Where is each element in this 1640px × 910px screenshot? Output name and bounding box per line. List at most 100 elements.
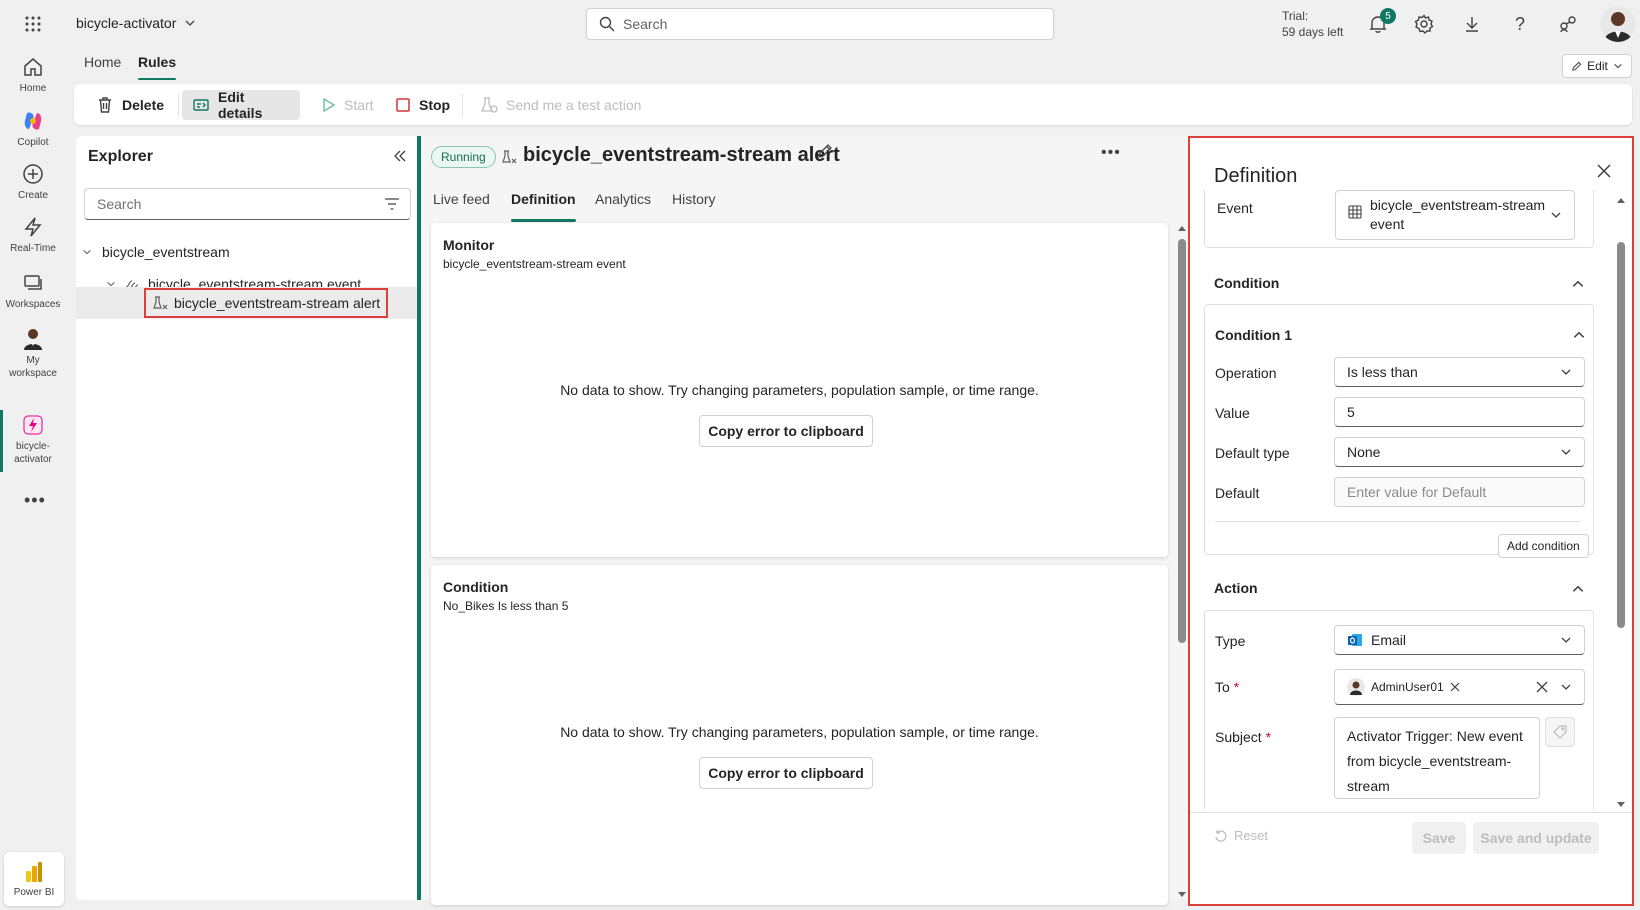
delete-button[interactable]: Delete [86, 90, 174, 120]
settings-button[interactable] [1412, 12, 1436, 36]
app-name-dropdown[interactable]: bicycle-activator [76, 15, 196, 31]
close-icon[interactable] [1596, 163, 1612, 179]
download-icon [1462, 14, 1482, 34]
save-and-update-button[interactable]: Save and update [1473, 822, 1599, 854]
global-search-box[interactable]: Search [586, 8, 1054, 40]
reset-label: Reset [1234, 828, 1268, 843]
reset-icon [1214, 829, 1228, 843]
scroll-down-arrow[interactable] [1178, 892, 1186, 897]
app-launcher-icon[interactable] [21, 12, 45, 36]
subject-label: Subject * [1215, 729, 1272, 745]
rail-item-create[interactable]: Create [0, 161, 66, 202]
scroll-down-arrow[interactable] [1617, 802, 1625, 807]
rail-label-create: Create [17, 190, 48, 201]
condition1-box: Condition 1 Operation Is less than Value… [1204, 304, 1594, 558]
subject-line3: stream [1347, 778, 1390, 794]
notifications-button[interactable]: 5 [1366, 8, 1396, 36]
monitor-card: Monitor bicycle_eventstream-stream event… [431, 223, 1168, 557]
tab-live-feed[interactable]: Live feed [433, 191, 490, 207]
rule-icon [152, 295, 168, 311]
copy-error-button[interactable]: Copy error to clipboard [699, 415, 873, 447]
condition-card: Condition No_Bikes Is less than 5 No dat… [431, 565, 1168, 905]
insert-tag-button[interactable] [1545, 717, 1575, 747]
to-recipients-field[interactable]: AdminUser01 [1334, 669, 1585, 705]
monitor-card-subtitle: bicycle_eventstream-stream event [443, 257, 626, 271]
collapse-action-icon[interactable] [1571, 582, 1585, 596]
subject-textarea[interactable]: Activator Trigger: New event from bicycl… [1334, 717, 1540, 799]
tab-analytics[interactable]: Analytics [595, 191, 651, 207]
tab-definition[interactable]: Definition [511, 191, 576, 222]
tree-item-stream-alert[interactable]: bicycle_eventstream-stream alert [76, 287, 417, 319]
value-label: Value [1215, 405, 1250, 421]
power-bi-icon [25, 861, 43, 883]
reset-button[interactable]: Reset [1214, 828, 1268, 843]
share-icon [1558, 14, 1578, 34]
recipient-pill: AdminUser01 [1347, 678, 1536, 696]
search-icon [599, 16, 615, 32]
user-avatar[interactable] [1600, 6, 1636, 42]
trial-status[interactable]: Trial: 59 days left [1282, 8, 1343, 40]
toolbar-divider [178, 94, 179, 116]
rail-item-copilot[interactable]: Copilot [0, 108, 66, 149]
monitor-no-data-message: No data to show. Try changing parameters… [560, 382, 1039, 398]
send-test-action-button[interactable]: Send me a test action [470, 90, 651, 120]
power-bi-switcher[interactable]: Power BI [4, 852, 64, 906]
to-label: To * [1215, 679, 1240, 695]
trial-label: Trial: [1282, 9, 1309, 23]
action-type-dropdown[interactable]: Email [1334, 625, 1585, 655]
edit-details-button[interactable]: Edit details [182, 89, 300, 121]
explorer-search-input[interactable]: Search [84, 188, 411, 220]
add-condition-button[interactable]: Add condition [1498, 534, 1589, 558]
explorer-panel: Explorer Search bicycle_eventstream bicy… [76, 136, 417, 900]
chevron-down-icon [1550, 209, 1562, 221]
share-feedback-button[interactable] [1556, 12, 1580, 36]
rail-item-home[interactable]: Home [0, 54, 66, 95]
recipient-name: AdminUser01 [1371, 680, 1444, 694]
more-icon[interactable]: ••• [24, 490, 46, 511]
more-options-icon[interactable]: ••• [1101, 144, 1121, 162]
help-button[interactable]: ? [1508, 12, 1532, 36]
action-section-header: Action [1214, 580, 1258, 596]
rename-pencil-icon[interactable] [816, 142, 834, 160]
event-dropdown[interactable]: bicycle_eventstream-stream event [1335, 190, 1575, 240]
event-value-line1: bicycle_eventstream-stream [1370, 197, 1546, 213]
collapse-condition1-icon[interactable] [1572, 328, 1586, 342]
rail-label-bicycle-activator: bicycle-activator [14, 441, 52, 465]
filter-icon[interactable] [384, 197, 400, 211]
chevron-down-icon [1613, 61, 1623, 71]
rail-item-realtime[interactable]: Real-Time [0, 214, 66, 255]
event-section: Event bicycle_eventstream-stream event [1204, 190, 1594, 248]
scroll-up-arrow[interactable] [1178, 226, 1186, 231]
download-button[interactable] [1460, 12, 1484, 36]
collapse-condition-icon[interactable] [1571, 277, 1585, 291]
value-input-value: 5 [1347, 404, 1355, 420]
copy-error-button[interactable]: Copy error to clipboard [699, 757, 873, 789]
default-input[interactable]: Enter value for Default [1334, 477, 1585, 507]
clear-icon[interactable] [1536, 681, 1548, 693]
event-label: Event [1217, 200, 1253, 216]
rail-item-bicycle-activator[interactable]: bicycle-activator [0, 412, 66, 466]
scroll-up-arrow[interactable] [1617, 198, 1625, 203]
tab-rules[interactable]: Rules [138, 54, 177, 80]
stop-button[interactable]: Stop [385, 90, 460, 120]
value-input[interactable]: 5 [1334, 397, 1585, 427]
default-type-dropdown[interactable]: None [1334, 437, 1585, 467]
question-mark-icon: ? [1514, 13, 1525, 34]
tab-history[interactable]: History [672, 191, 716, 207]
start-button[interactable]: Start [310, 90, 384, 120]
outlook-icon [1347, 632, 1363, 648]
rail-item-my-workspace[interactable]: My workspace [0, 326, 66, 380]
ribbon-toolbar: Delete Edit details Start Stop Send me a… [74, 84, 1632, 125]
definition-scrollbar-thumb[interactable] [1617, 242, 1625, 628]
collapse-panel-icon[interactable] [392, 148, 408, 164]
avatar-icon [22, 326, 44, 352]
operation-dropdown[interactable]: Is less than [1334, 357, 1585, 387]
save-button[interactable]: Save [1412, 822, 1466, 854]
edit-mode-dropdown[interactable]: Edit [1562, 54, 1632, 78]
rail-item-workspaces[interactable]: Workspaces [0, 270, 66, 311]
default-type-value: None [1347, 444, 1381, 460]
tree-item-eventstream[interactable]: bicycle_eventstream [76, 236, 417, 268]
center-scrollbar-thumb[interactable] [1178, 239, 1186, 643]
remove-recipient-icon[interactable] [1450, 682, 1460, 692]
tab-home[interactable]: Home [84, 54, 121, 70]
